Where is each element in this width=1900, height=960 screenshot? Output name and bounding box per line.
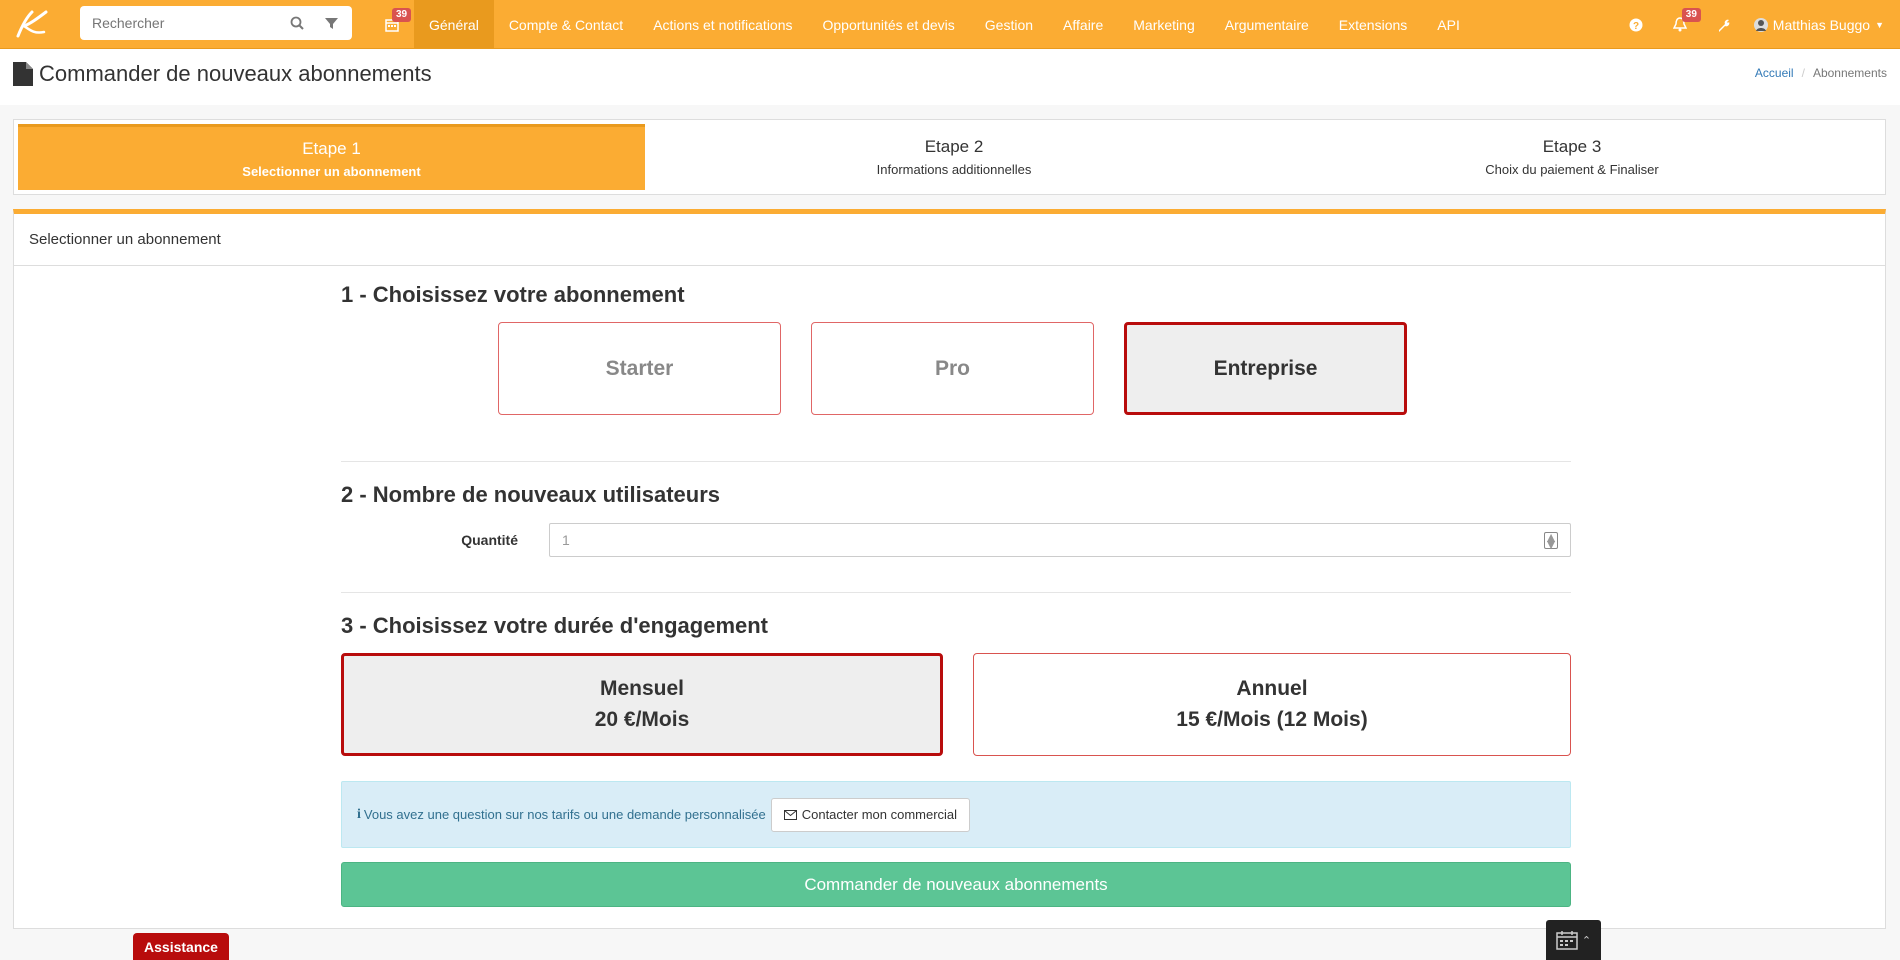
envelope-icon bbox=[783, 809, 797, 820]
wizard-steps: Etape 1 Selectionner un abonnement Etape… bbox=[13, 119, 1886, 195]
right-nav: ? 39 Matthias Buggo ▼ bbox=[1614, 0, 1900, 49]
plan-starter[interactable]: Starter bbox=[498, 322, 781, 415]
quantity-row: Quantité 1 ▲ ▼ bbox=[341, 523, 1571, 557]
divider bbox=[341, 592, 1571, 593]
step-3[interactable]: Etape 3 Choix du paiement & Finaliser bbox=[1263, 124, 1881, 190]
info-alert: i Vous avez une question sur nos tarifs … bbox=[341, 781, 1571, 848]
section-users-title: 2 - Nombre de nouveaux utilisateurs bbox=[341, 482, 720, 507]
help-icon: ? bbox=[1629, 18, 1643, 32]
step-desc: Selectionner un abonnement bbox=[242, 163, 421, 179]
nav-api[interactable]: API bbox=[1422, 0, 1475, 49]
search-input[interactable] bbox=[92, 15, 282, 31]
section-plan-title: 1 - Choisissez votre abonnement bbox=[341, 282, 685, 307]
filter-icon[interactable] bbox=[322, 14, 340, 32]
breadcrumb: Accueil / Abonnements bbox=[1755, 66, 1887, 80]
page-title: Commander de nouveaux abonnements bbox=[13, 61, 432, 87]
global-search bbox=[80, 6, 352, 40]
avatar bbox=[1753, 17, 1768, 32]
contact-sales-label: Contacter mon commercial bbox=[801, 807, 958, 822]
plan-pro[interactable]: Pro bbox=[811, 322, 1094, 415]
page-title-text: Commander de nouveaux abonnements bbox=[39, 61, 432, 86]
duration-name: Annuel bbox=[1236, 677, 1308, 700]
nav-actions-notifications[interactable]: Actions et notifications bbox=[638, 0, 807, 49]
app-logo[interactable] bbox=[0, 0, 62, 49]
step-desc: Choix du paiement & Finaliser bbox=[1485, 162, 1659, 177]
nav-extensions[interactable]: Extensions bbox=[1324, 0, 1422, 49]
top-navbar: 39 Général Compte & Contact Actions et n… bbox=[0, 0, 1900, 49]
stepper-down-icon[interactable]: ▼ bbox=[1544, 537, 1558, 551]
nav-affaire[interactable]: Affaire bbox=[1048, 0, 1118, 49]
help-button[interactable]: ? bbox=[1614, 0, 1658, 49]
divider bbox=[341, 461, 1571, 462]
order-button[interactable]: Commander de nouveaux abonnements bbox=[341, 862, 1571, 907]
notifications-button[interactable]: 39 bbox=[1658, 0, 1702, 49]
search-icon[interactable] bbox=[288, 14, 306, 32]
breadcrumb-separator: / bbox=[1801, 66, 1805, 80]
notifications-badge: 39 bbox=[1681, 8, 1701, 22]
user-name: Matthias Buggo bbox=[1772, 16, 1871, 33]
duration-name: Mensuel bbox=[599, 677, 685, 700]
quantity-value: 1 bbox=[562, 532, 570, 548]
panel-content: 1 - Choisissez votre abonnement Starter … bbox=[341, 266, 1571, 907]
main-menu: 39 Général Compte & Contact Actions et n… bbox=[370, 0, 1475, 49]
section-duration-title: 3 - Choisissez votre durée d'engagement bbox=[341, 613, 769, 638]
step-2[interactable]: Etape 2 Informations additionnelles bbox=[645, 124, 1263, 190]
plan-options: Starter Pro Entreprise bbox=[498, 322, 1571, 415]
duration-monthly[interactable]: Mensuel 20 €/Mois bbox=[341, 653, 943, 756]
step-title: Etape 3 bbox=[1542, 137, 1602, 156]
nav-gestion[interactable]: Gestion bbox=[970, 0, 1048, 49]
calendar-menu[interactable]: 39 bbox=[370, 0, 414, 49]
plan-entreprise[interactable]: Entreprise bbox=[1124, 322, 1407, 415]
panel-heading: Selectionner un abonnement bbox=[14, 214, 1885, 266]
quantity-input[interactable]: 1 ▲ ▼ bbox=[549, 523, 1571, 557]
nav-general[interactable]: Général bbox=[414, 0, 494, 49]
calendar-widget[interactable]: ⌃ bbox=[1546, 920, 1601, 960]
assistance-button[interactable]: Assistance bbox=[133, 933, 229, 960]
duration-annual[interactable]: Annuel 15 €/Mois (12 Mois) bbox=[973, 653, 1571, 756]
step-title: Etape 1 bbox=[302, 138, 361, 158]
user-menu[interactable]: Matthias Buggo ▼ bbox=[1746, 17, 1900, 33]
nav-marketing[interactable]: Marketing bbox=[1118, 0, 1209, 49]
subscription-panel: Selectionner un abonnement 1 - Choisisse… bbox=[13, 209, 1886, 929]
breadcrumb-home[interactable]: Accueil bbox=[1755, 66, 1794, 80]
nav-opportunites-devis[interactable]: Opportunités et devis bbox=[808, 0, 970, 49]
duration-options: Mensuel 20 €/Mois Annuel 15 €/Mois (12 M… bbox=[341, 653, 1571, 756]
chevron-down-icon: ▼ bbox=[1875, 19, 1884, 30]
nav-compte-contact[interactable]: Compte & Contact bbox=[494, 0, 638, 49]
duration-price: 15 €/Mois (12 Mois) bbox=[1176, 708, 1368, 731]
nav-argumentaire[interactable]: Argumentaire bbox=[1210, 0, 1324, 49]
svg-text:?: ? bbox=[1633, 21, 1639, 32]
step-desc: Informations additionnelles bbox=[876, 162, 1032, 177]
step-title: Etape 2 bbox=[924, 137, 984, 156]
document-icon bbox=[13, 62, 33, 86]
calendar-icon bbox=[1556, 931, 1578, 950]
calendar-badge: 39 bbox=[392, 8, 412, 22]
quantity-label: Quantité bbox=[461, 532, 518, 548]
logo-icon bbox=[16, 10, 48, 38]
info-icon: i bbox=[357, 806, 361, 822]
wrench-icon bbox=[1718, 19, 1730, 32]
alert-text: Vous avez une question sur nos tarifs ou… bbox=[363, 807, 766, 822]
chevron-up-icon: ⌃ bbox=[1581, 934, 1592, 947]
duration-price: 20 €/Mois bbox=[594, 708, 690, 731]
page-header: Commander de nouveaux abonnements bbox=[0, 49, 1900, 105]
settings-button[interactable] bbox=[1702, 0, 1746, 49]
step-1[interactable]: Etape 1 Selectionner un abonnement bbox=[18, 124, 645, 190]
contact-sales-button[interactable]: Contacter mon commercial bbox=[770, 797, 971, 832]
quantity-stepper[interactable]: ▲ ▼ bbox=[1544, 530, 1558, 551]
breadcrumb-current: Abonnements bbox=[1812, 66, 1887, 80]
